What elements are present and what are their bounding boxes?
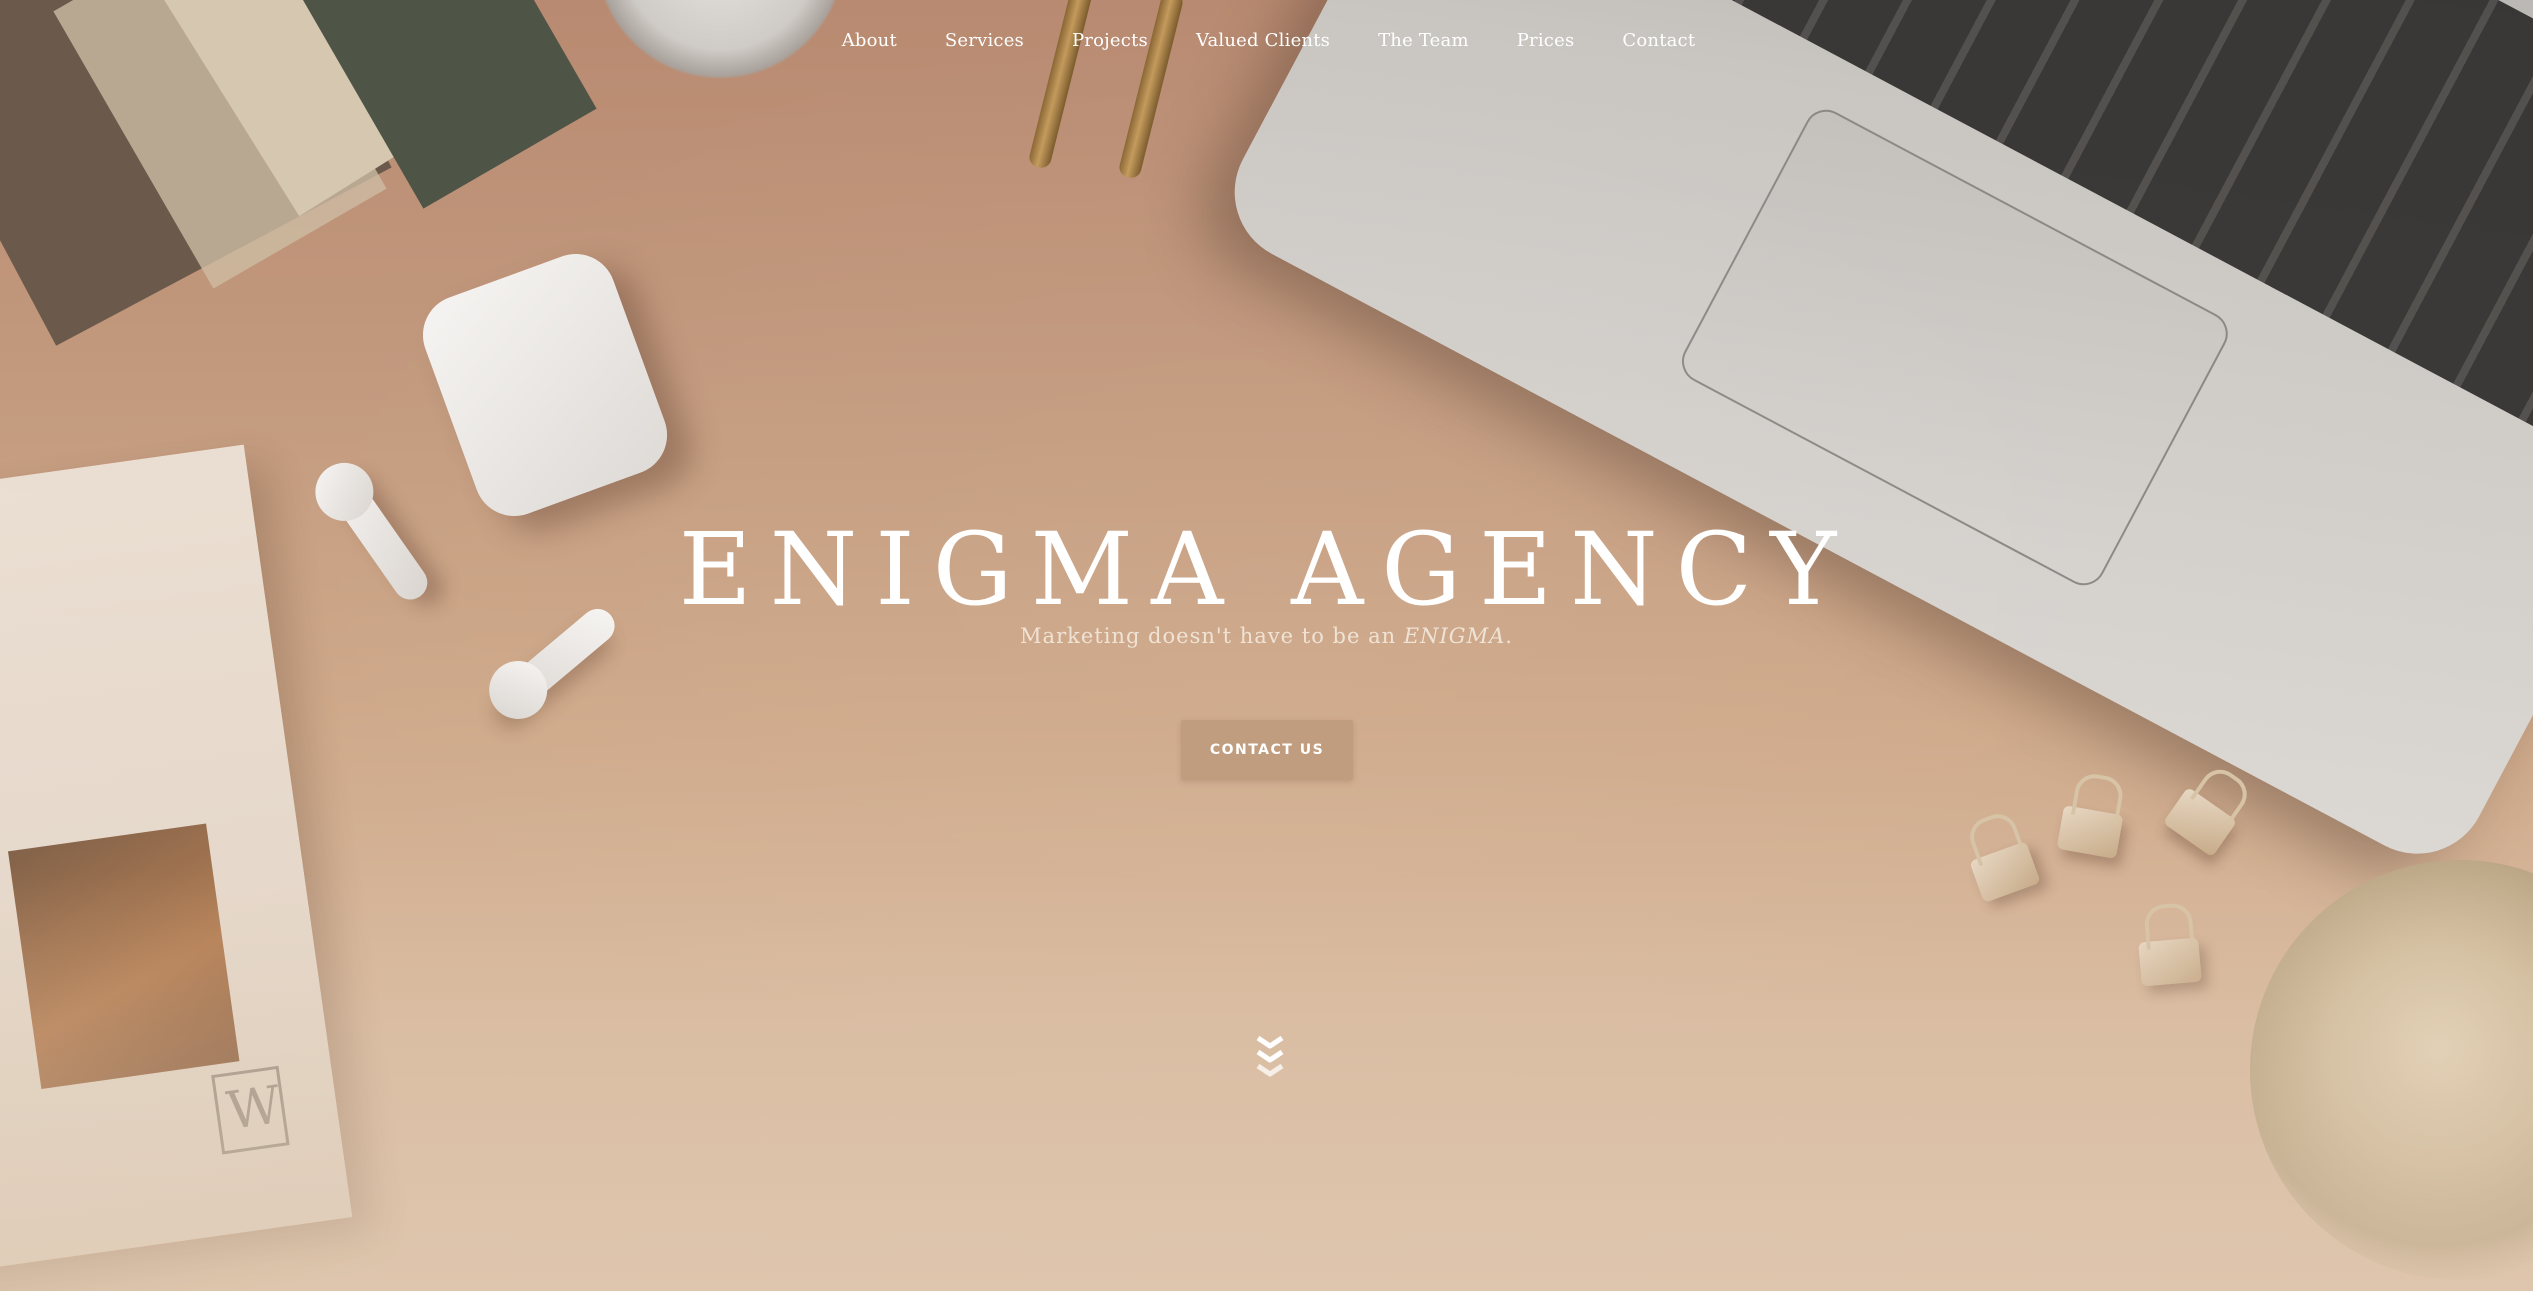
scroll-down-button[interactable]: [1255, 1035, 1285, 1082]
nav-link-services[interactable]: Services: [945, 30, 1024, 51]
contact-us-button[interactable]: CONTACT US: [1181, 720, 1353, 780]
binder-clip-image: [2056, 805, 2124, 859]
hero-title: ENIGMA AGENCY: [678, 511, 1855, 628]
pencil-image: [1027, 0, 1095, 170]
binder-clip-image: [2162, 786, 2238, 858]
nav-link-valued-clients[interactable]: Valued Clients: [1196, 30, 1330, 51]
nav-link-prices[interactable]: Prices: [1517, 30, 1575, 51]
laptop-image: [1210, 0, 2533, 879]
nav-link-projects[interactable]: Projects: [1072, 30, 1148, 51]
tagline-emphasis: ENIGMA: [1403, 624, 1506, 648]
tagline-period: .: [1505, 624, 1513, 648]
triple-chevron-down-icon: [1256, 1035, 1284, 1077]
main-nav: About Services Projects Valued Clients T…: [0, 30, 2533, 51]
hero-section: About Services Projects Valued Clients T…: [0, 0, 2533, 1291]
earbuds-case-image: [411, 242, 679, 528]
nav-link-contact[interactable]: Contact: [1622, 30, 1695, 51]
pencil-image: [1117, 0, 1185, 180]
hero-tagline: Marketing doesn't have to be an ENIGMA.: [0, 624, 2533, 648]
nav-link-about[interactable]: About: [842, 30, 897, 51]
nav-link-the-team[interactable]: The Team: [1378, 30, 1469, 51]
tagline-text: Marketing doesn't have to be an: [1020, 624, 1404, 648]
